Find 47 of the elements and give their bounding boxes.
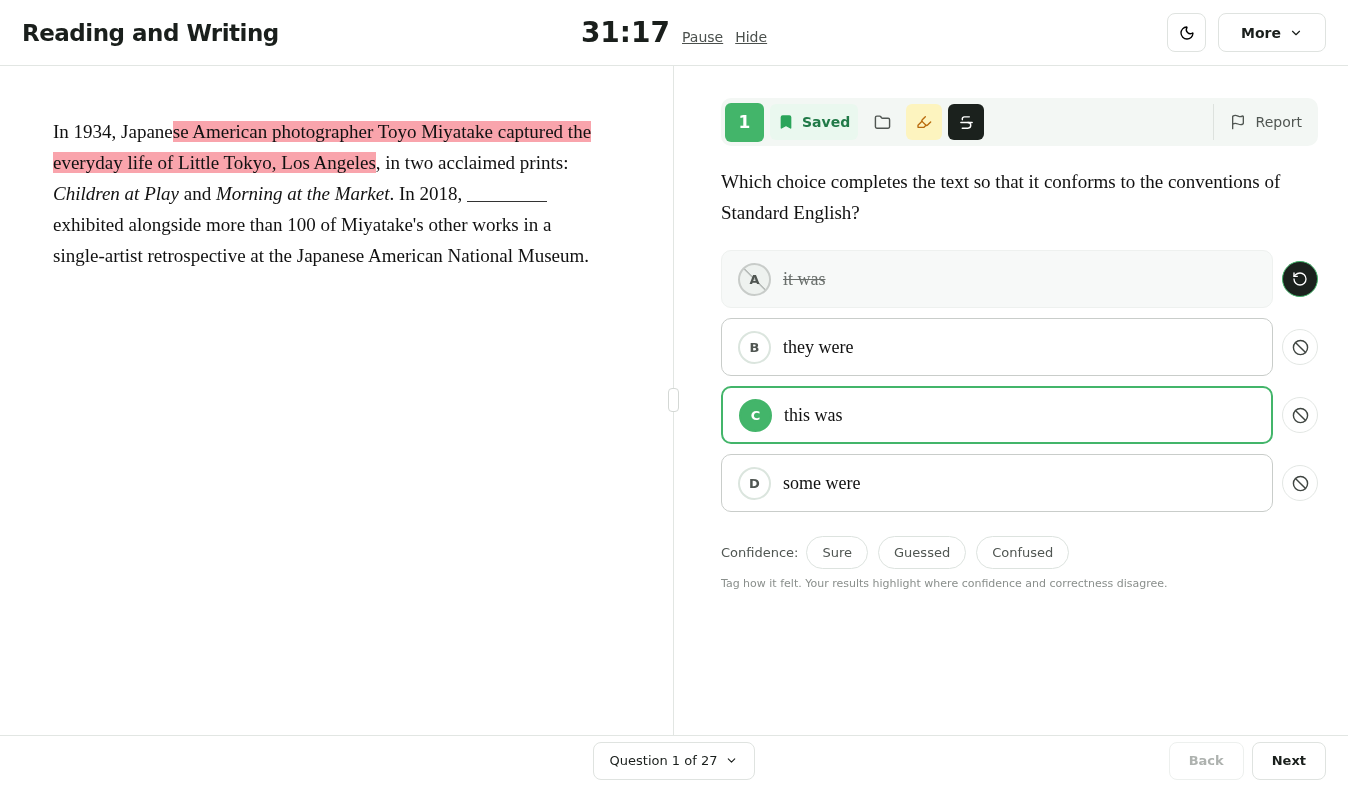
choice-text: it was (783, 268, 826, 290)
ban-icon (1291, 338, 1309, 356)
section-title: Reading and Writing (22, 19, 280, 46)
folder-icon (873, 113, 891, 131)
hide-link[interactable]: Hide (735, 29, 768, 45)
eliminate-button[interactable] (1282, 397, 1318, 433)
more-button[interactable]: More (1218, 13, 1326, 52)
strikethrough-icon (957, 113, 975, 131)
highlighter-button[interactable] (906, 104, 943, 140)
confidence-option[interactable]: Guessed (878, 536, 967, 569)
confidence-label: Confidence: (721, 545, 799, 560)
choice-letter: B (738, 330, 771, 364)
question-text: Which choice completes the text so that it conforms to the conventions of Standard English? (721, 170, 1282, 225)
confidence-option[interactable]: Confused (976, 536, 1070, 569)
eliminate-button[interactable] (1282, 329, 1318, 365)
answer-choice[interactable]: A it was (721, 250, 1273, 308)
question-number: 1 (725, 102, 764, 142)
choice-text: they were (783, 336, 854, 358)
confidence-hint: Tag how it felt. Your results highlight where confidence and correctness disagree. (721, 577, 1169, 590)
strikethrough-button[interactable] (948, 104, 985, 140)
save-button[interactable]: Saved (770, 104, 859, 140)
resize-handle[interactable] (668, 388, 679, 412)
choice-letter: D (738, 466, 771, 500)
bookmark-icon (778, 114, 794, 130)
confidence-option[interactable]: Sure (806, 536, 869, 569)
answer-choice[interactable]: B they were (721, 318, 1273, 376)
choice-letter: A (738, 262, 771, 296)
answer-choice[interactable]: C this was (721, 386, 1273, 444)
choice-text: some were (783, 472, 861, 494)
moon-icon (1178, 24, 1195, 41)
highlighter-icon (916, 114, 933, 130)
theme-toggle-button[interactable] (1167, 13, 1207, 52)
answer-choice[interactable]: D some were (721, 454, 1273, 512)
passage-text: In 1934, Japanese American photographer Toyo Miyatake captured the everyday life of Little Tokyo, Los Angeles, in two acclaimed prints: Children at Play and Morning at the Market. In 2018, exhibited alongside more than 100 of Miyatake's other works in a single-artist retrospective at the Japanese American National Museum. (53, 120, 593, 268)
eliminate-button[interactable] (1282, 465, 1318, 501)
undo-button[interactable] (1282, 261, 1318, 297)
flag-icon (1229, 114, 1246, 130)
choice-letter: C (739, 398, 772, 432)
undo-icon (1292, 271, 1308, 287)
question-nav-button[interactable]: Question 1 of 27 (592, 741, 756, 780)
choice-text: this was (784, 404, 843, 426)
next-button[interactable]: Next (1251, 741, 1326, 780)
timer: 31:17 (580, 16, 670, 49)
pause-link[interactable]: Pause (682, 29, 724, 45)
report-button[interactable]: Report (1212, 104, 1314, 140)
ban-icon (1291, 406, 1309, 424)
ban-icon (1291, 474, 1309, 492)
